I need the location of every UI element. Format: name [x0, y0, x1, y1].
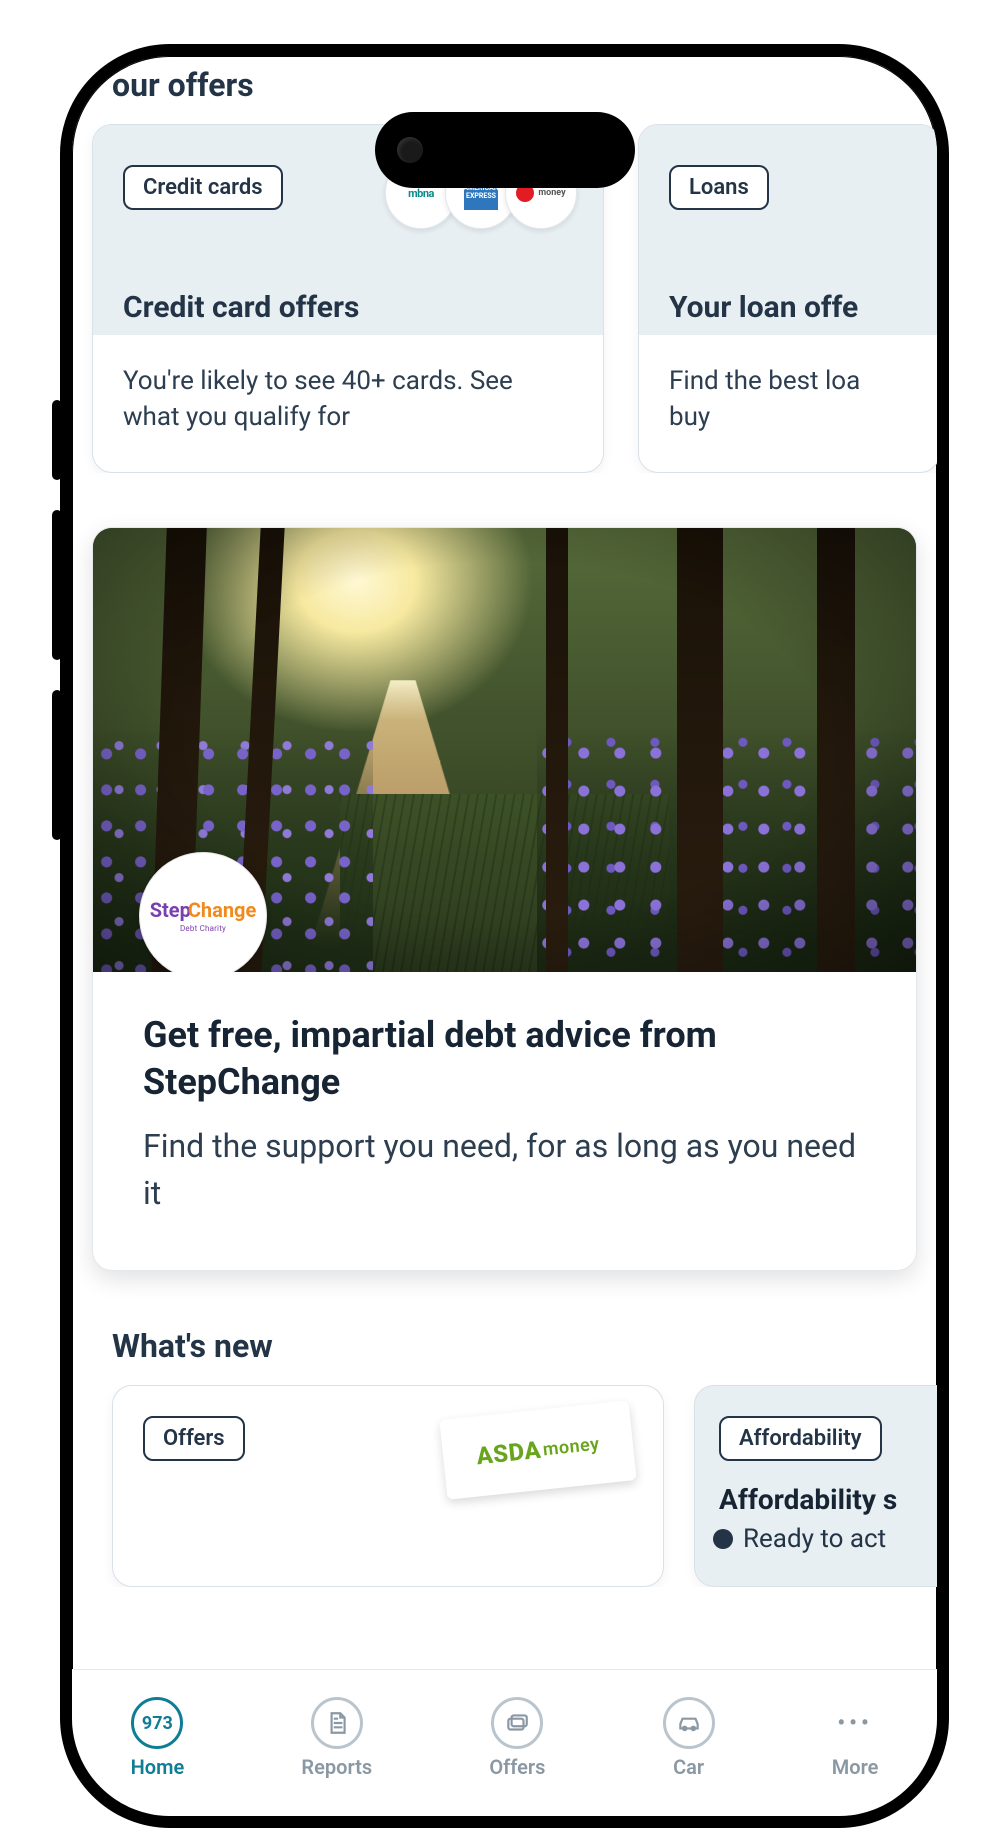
- home-score-value: 973: [142, 1713, 173, 1734]
- offer-title-credit: Credit card offers: [123, 290, 573, 325]
- offers-icon: [491, 1697, 543, 1749]
- whats-new-card-offers[interactable]: Offers ASDAmoney: [112, 1385, 664, 1587]
- hero-title: Get free, impartial debt advice from Ste…: [143, 1012, 866, 1106]
- affordability-title: Affordability s: [719, 1483, 937, 1516]
- whats-new-tag-affordability: Affordability: [719, 1416, 882, 1461]
- tab-more-label: More: [832, 1755, 879, 1779]
- tab-more[interactable]: ••• More: [832, 1697, 879, 1779]
- tab-bar: 973 Home Reports Offers: [72, 1669, 937, 1816]
- dynamic-island: [375, 112, 635, 188]
- bullet-icon: [713, 1529, 733, 1549]
- car-icon: [663, 1697, 715, 1749]
- offer-tag-credit: Credit cards: [123, 165, 283, 210]
- stepchange-step: Step: [150, 898, 191, 922]
- stepchange-change: Change: [188, 898, 256, 922]
- tab-car-label: Car: [673, 1755, 704, 1779]
- reports-icon: [311, 1697, 363, 1749]
- whats-new-row[interactable]: Offers ASDAmoney Affordability Affordabi…: [72, 1385, 937, 1587]
- affordability-subtitle: Ready to act: [713, 1524, 937, 1554]
- offer-title-loans: Your loan offe: [669, 290, 909, 325]
- offer-body-credit: You're likely to see 40+ cards. See what…: [93, 335, 603, 472]
- tab-reports-label: Reports: [301, 1755, 372, 1779]
- camera-icon: [397, 137, 423, 163]
- phone-frame: our offers Credit cards mbna AMERICANEXP…: [60, 44, 949, 1828]
- hero-image-forest: StepChange Debt Charity: [93, 528, 916, 972]
- affordability-sub-text: Ready to act: [743, 1524, 886, 1554]
- hero-body: Find the support you need, for as long a…: [143, 1123, 866, 1216]
- tab-home[interactable]: 973 Home: [131, 1697, 185, 1779]
- stepchange-sub: Debt Charity: [180, 924, 226, 933]
- whats-new-card-affordability[interactable]: Affordability Affordability s Ready to a…: [694, 1385, 937, 1587]
- whats-new-tag-offers: Offers: [143, 1416, 245, 1461]
- tab-offers-label: Offers: [489, 1755, 545, 1779]
- stepchange-logo-icon: StepChange Debt Charity: [139, 852, 267, 972]
- tab-reports[interactable]: Reports: [301, 1697, 372, 1779]
- hero-card-stepchange[interactable]: StepChange Debt Charity Get free, impart…: [92, 527, 917, 1271]
- offer-body-loans: Find the best loa buy: [639, 335, 937, 472]
- tab-car[interactable]: Car: [663, 1697, 715, 1779]
- home-score-icon: 973: [131, 1697, 183, 1749]
- offer-tag-loans: Loans: [669, 165, 769, 210]
- asda-money-text: money: [542, 1433, 601, 1460]
- offer-card-loans[interactable]: Loans Your loan offe Find the best loa b…: [638, 124, 937, 473]
- more-icon: •••: [837, 1697, 872, 1749]
- asda-money-logo-icon: ASDAmoney: [439, 1400, 636, 1499]
- asda-text: ASDA: [475, 1436, 542, 1471]
- section-title-offers: our offers: [112, 66, 937, 104]
- section-title-whats-new: What's new: [112, 1327, 937, 1365]
- tab-home-label: Home: [131, 1755, 185, 1779]
- tab-offers[interactable]: Offers: [489, 1697, 545, 1779]
